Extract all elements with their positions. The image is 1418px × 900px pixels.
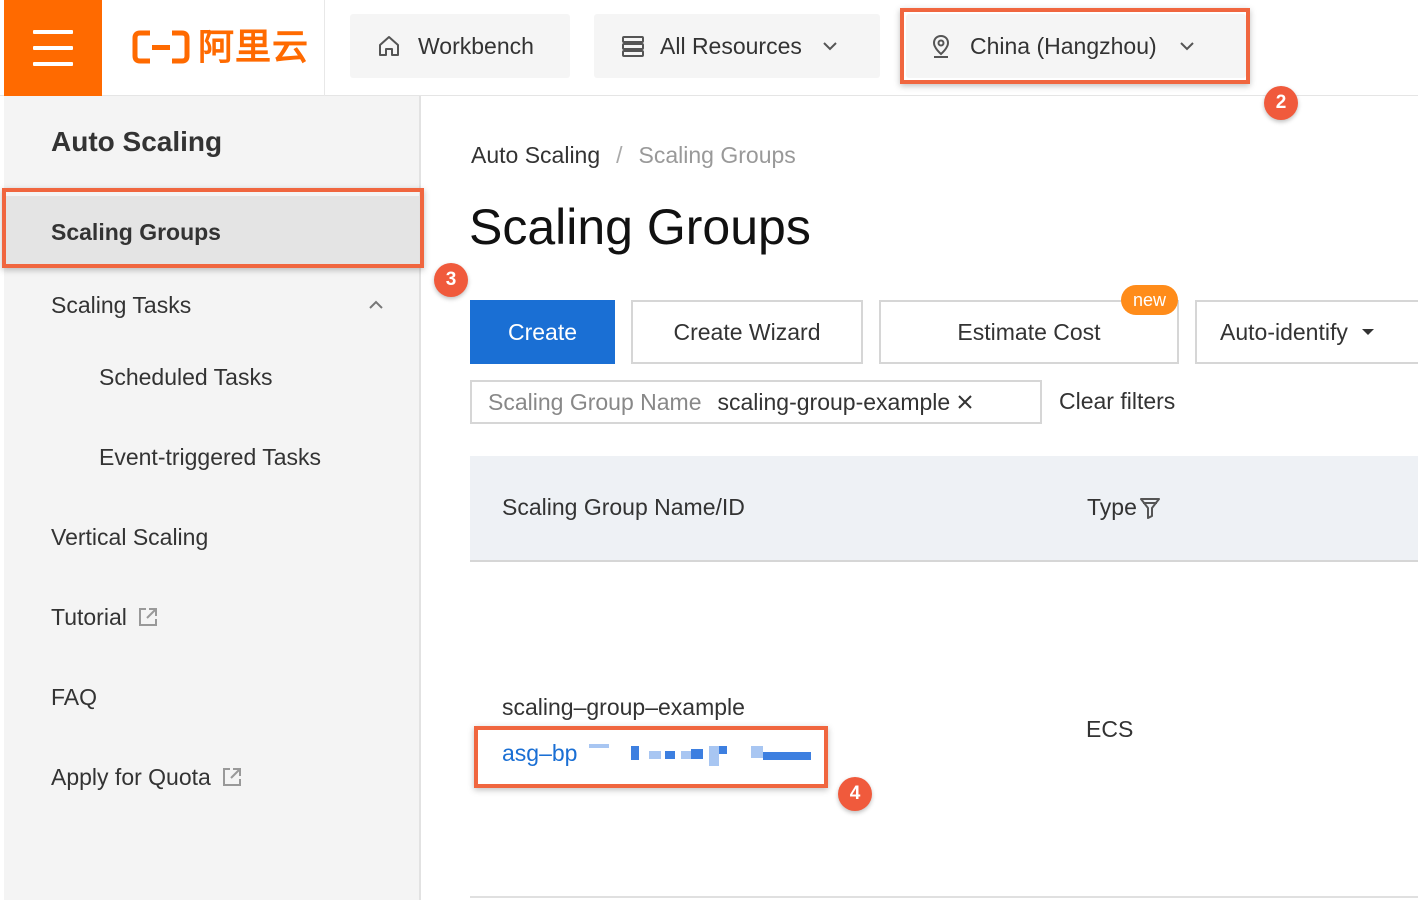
sidebar-item-label: Vertical Scaling xyxy=(51,523,209,550)
clear-filters-link[interactable]: Clear filters xyxy=(1059,388,1175,415)
new-badge: new xyxy=(1121,285,1179,315)
sidebar-item-vertical-scaling[interactable]: Vertical Scaling xyxy=(4,501,419,573)
sidebar-item-scaling-tasks[interactable]: Scaling Tasks xyxy=(4,269,419,341)
caret-down-icon xyxy=(1361,329,1374,335)
logo[interactable]: 阿里云 xyxy=(102,0,325,96)
all-resources-label: All Resources xyxy=(660,32,802,59)
hamburger-icon-line xyxy=(33,62,73,66)
scaling-group-id-link[interactable]: asg–bp xyxy=(502,740,577,767)
sidebar-item-label: Tutorial xyxy=(51,603,127,630)
top-bar: 阿里云 Workbench All Resources China (Hangz… xyxy=(0,0,1418,96)
scaling-group-type: ECS xyxy=(1086,716,1134,742)
sidebar-item-scaling-groups[interactable]: Scaling Groups xyxy=(4,196,419,268)
sidebar-item-apply-for-quota[interactable]: Apply for Quota xyxy=(4,741,419,813)
sidebar-item-label: Event-triggered Tasks xyxy=(99,443,322,470)
workbench-button[interactable]: Workbench xyxy=(350,14,570,78)
aliyun-logo-icon xyxy=(132,30,190,64)
column-header-name: Scaling Group Name/ID xyxy=(502,494,745,520)
sidebar-item-scheduled-tasks[interactable]: Scheduled Tasks xyxy=(4,341,419,413)
breadcrumb: Auto Scaling / Scaling Groups xyxy=(471,142,796,169)
all-resources-dropdown[interactable]: All Resources xyxy=(594,14,880,78)
sidebar-title: Auto Scaling xyxy=(51,126,223,157)
sidebar: Auto Scaling Scaling Groups Scaling Task… xyxy=(4,96,421,900)
scaling-group-id-prefix: asg–bp xyxy=(502,740,578,766)
filter-tag: Scaling Group Name scaling-group-example xyxy=(470,380,1042,424)
location-pin-icon xyxy=(932,34,950,58)
auto-identify-dropdown[interactable]: Auto-identify xyxy=(1195,300,1418,364)
step-marker-3: 3 xyxy=(434,263,468,297)
auto-identify-label: Auto-identify xyxy=(1220,318,1348,345)
breadcrumb-separator: / xyxy=(616,142,623,168)
breadcrumb-root[interactable]: Auto Scaling xyxy=(471,142,600,169)
sidebar-item-label: Scaling Tasks xyxy=(51,291,192,318)
sidebar-item-label: FAQ xyxy=(51,683,98,710)
sidebar-item-faq[interactable]: FAQ xyxy=(4,661,419,733)
sidebar-item-event-triggered-tasks[interactable]: Event-triggered Tasks xyxy=(4,421,419,493)
region-label: China (Hangzhou) xyxy=(970,32,1157,59)
filter-key: Scaling Group Name xyxy=(488,388,702,415)
external-link-icon xyxy=(138,608,157,626)
filter-value: scaling-group-example xyxy=(717,388,951,415)
create-wizard-button[interactable]: Create Wizard xyxy=(631,300,863,364)
scaling-group-name: scaling–group–example xyxy=(502,694,745,720)
step-marker-2: 2 xyxy=(1264,86,1298,120)
page-title: Scaling Groups xyxy=(469,199,811,255)
chevron-down-icon xyxy=(823,42,837,51)
chevron-down-icon xyxy=(1179,42,1194,51)
step-marker-4: 4 xyxy=(838,777,872,811)
external-link-icon xyxy=(222,768,241,786)
region-dropdown[interactable]: China (Hangzhou) xyxy=(906,14,1246,78)
column-header-type-label: Type xyxy=(1087,494,1137,520)
column-header-type: Type xyxy=(1087,494,1161,521)
hamburger-icon-line xyxy=(33,46,73,50)
main-content: Auto Scaling / Scaling Groups Scaling Gr… xyxy=(423,96,1418,900)
chevron-up-icon xyxy=(369,300,383,309)
logo-text: 阿里云 xyxy=(198,27,310,68)
breadcrumb-current: Scaling Groups xyxy=(638,142,796,168)
sidebar-item-label: Scaling Groups xyxy=(51,218,221,245)
filter-icon[interactable] xyxy=(1139,496,1161,520)
create-button[interactable]: Create xyxy=(470,300,615,364)
table-row-divider xyxy=(470,896,1418,898)
close-icon[interactable] xyxy=(956,393,974,411)
menu-button[interactable] xyxy=(4,0,102,96)
home-icon xyxy=(379,36,399,56)
table-header: Scaling Group Name/ID Type xyxy=(470,456,1418,562)
workbench-label: Workbench xyxy=(418,32,534,59)
hamburger-icon-line xyxy=(33,30,73,34)
sidebar-item-label: Scheduled Tasks xyxy=(99,363,273,390)
resources-icon xyxy=(622,36,644,57)
sidebar-item-tutorial[interactable]: Tutorial xyxy=(4,581,419,653)
sidebar-item-label: Apply for Quota xyxy=(51,763,211,790)
